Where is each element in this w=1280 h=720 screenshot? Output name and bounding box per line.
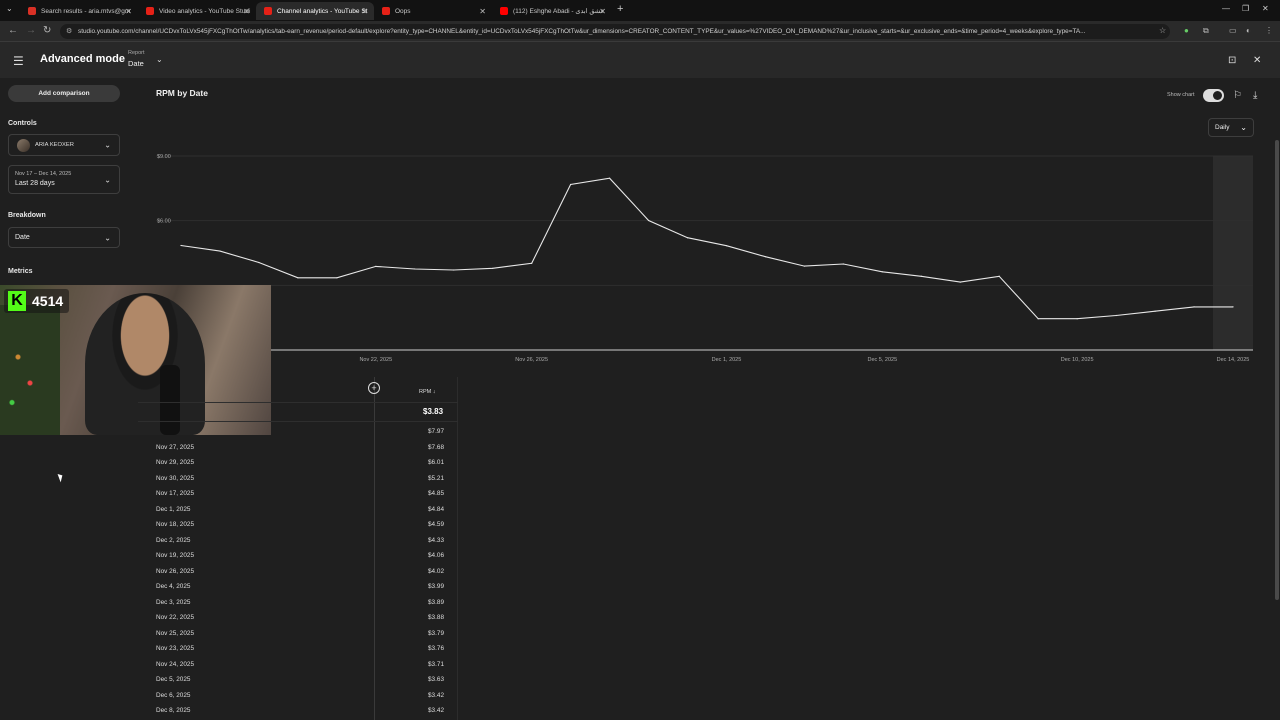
kick-logo-icon: K xyxy=(8,291,26,311)
y-tick-label: $9.00 xyxy=(157,154,171,160)
row-date: Dec 8, 2025 xyxy=(156,707,191,714)
row-date: Nov 19, 2025 xyxy=(156,552,195,559)
sort-down-arrow-icon: ↓ xyxy=(432,389,436,395)
row-date: Dec 4, 2025 xyxy=(156,583,191,590)
table-row[interactable]: Dec 6, 2025 $3.42 xyxy=(138,688,458,704)
row-date: Nov 30, 2025 xyxy=(156,474,195,482)
row-date: Nov 25, 2025 xyxy=(156,629,195,637)
viewer-count: 4514 xyxy=(32,293,64,309)
x-tick-label: Dec 10, 2025 xyxy=(1061,357,1094,363)
table-row[interactable]: Nov 29, 2025 $6.01 xyxy=(138,455,458,471)
rpm-column-header[interactable]: RPM ↓ xyxy=(419,389,436,395)
christmas-tree xyxy=(0,305,60,435)
row-date: Nov 24, 2025 xyxy=(156,660,195,668)
row-date: Nov 26, 2025 xyxy=(156,567,195,575)
table-row[interactable]: Nov 18, 2025 $4.59 xyxy=(138,517,458,533)
rpm-column-label: RPM xyxy=(419,389,432,395)
table-row[interactable]: Dec 3, 2025 $3.89 xyxy=(138,595,458,611)
row-rpm: $3.42 xyxy=(428,707,444,714)
row-rpm: $3.76 xyxy=(428,645,444,652)
row-rpm: $3.99 xyxy=(428,583,444,590)
row-rpm: $3.71 xyxy=(428,660,444,668)
table-row[interactable]: Nov 22, 2025 $3.88 xyxy=(138,610,458,626)
header-divider xyxy=(138,402,458,403)
x-tick-label: Dec 14, 2025 xyxy=(1217,357,1250,363)
rpm-series-line xyxy=(180,177,1233,320)
row-date: Nov 29, 2025 xyxy=(156,459,195,466)
total-divider xyxy=(138,421,458,422)
page-scrollbar[interactable] xyxy=(1275,140,1279,600)
row-rpm: $3.42 xyxy=(428,691,444,699)
streamer-figure xyxy=(85,293,205,435)
row-rpm: $7.97 xyxy=(428,428,444,435)
x-tick-label: Dec 1, 2025 xyxy=(712,357,742,363)
table-row[interactable]: Dec 1, 2025 $4.84 xyxy=(138,502,458,518)
table-row[interactable]: Nov 30, 2025 $5.21 xyxy=(138,471,458,487)
table-row[interactable]: Dec 2, 2025 $4.33 xyxy=(138,533,458,549)
row-date: Nov 27, 2025 xyxy=(156,443,195,451)
row-date: Dec 1, 2025 xyxy=(156,505,191,513)
row-rpm: $4.84 xyxy=(428,505,444,513)
row-rpm: $7.68 xyxy=(428,443,444,451)
table-row[interactable]: Nov 23, 2025 $3.76 xyxy=(138,641,458,657)
row-date: Dec 6, 2025 xyxy=(156,691,191,699)
table-row[interactable]: Nov 25, 2025 $3.79 xyxy=(138,626,458,642)
row-rpm: $5.21 xyxy=(428,474,444,482)
row-rpm: $4.33 xyxy=(428,536,444,544)
row-date: Dec 3, 2025 xyxy=(156,598,191,606)
selected-day-highlight[interactable] xyxy=(1213,156,1253,350)
table-row[interactable]: Nov 17, 2025 $4.85 xyxy=(138,486,458,502)
y-tick-label: $6.00 xyxy=(157,219,171,225)
viewer-count-badge: K 4514 xyxy=(4,289,70,313)
table-row[interactable]: Dec 8, 2025 $3.42 xyxy=(138,703,458,719)
row-rpm: $3.89 xyxy=(428,598,444,606)
x-tick-label: Dec 5, 2025 xyxy=(867,357,897,363)
row-date: Dec 5, 2025 xyxy=(156,676,191,683)
rpm-total: $3.83 xyxy=(423,407,444,416)
row-rpm: $4.59 xyxy=(428,521,444,528)
row-rpm: $3.63 xyxy=(428,676,444,683)
table-row[interactable]: Nov 19, 2025 $4.06 xyxy=(138,548,458,564)
row-rpm: $4.02 xyxy=(428,567,444,575)
table-row[interactable]: Nov 27, 2025 $7.68 xyxy=(138,440,458,456)
add-metric-button[interactable]: + xyxy=(368,382,380,394)
x-tick-label: Nov 26, 2025 xyxy=(515,357,548,363)
row-rpm: $3.88 xyxy=(428,614,444,621)
table-row[interactable]: $7.97 xyxy=(138,424,458,440)
row-date: Nov 17, 2025 xyxy=(156,490,195,497)
row-date: Dec 2, 2025 xyxy=(156,536,191,544)
row-date: Nov 23, 2025 xyxy=(156,645,195,652)
row-rpm: $3.79 xyxy=(428,629,444,637)
row-date: Nov 22, 2025 xyxy=(156,614,195,621)
table-row[interactable]: Dec 5, 2025 $3.63 xyxy=(138,672,458,688)
webcam-overlay: K 4514 xyxy=(0,285,271,435)
table-row[interactable]: Dec 4, 2025 $3.99 xyxy=(138,579,458,595)
table-row[interactable]: Nov 24, 2025 $3.71 xyxy=(138,657,458,673)
row-rpm: $6.01 xyxy=(428,459,444,466)
table-row[interactable]: Nov 26, 2025 $4.02 xyxy=(138,564,458,580)
row-rpm: $4.85 xyxy=(428,490,444,497)
x-tick-label: Nov 22, 2025 xyxy=(359,357,392,363)
row-rpm: $4.06 xyxy=(428,552,444,559)
row-date: Nov 18, 2025 xyxy=(156,521,195,528)
